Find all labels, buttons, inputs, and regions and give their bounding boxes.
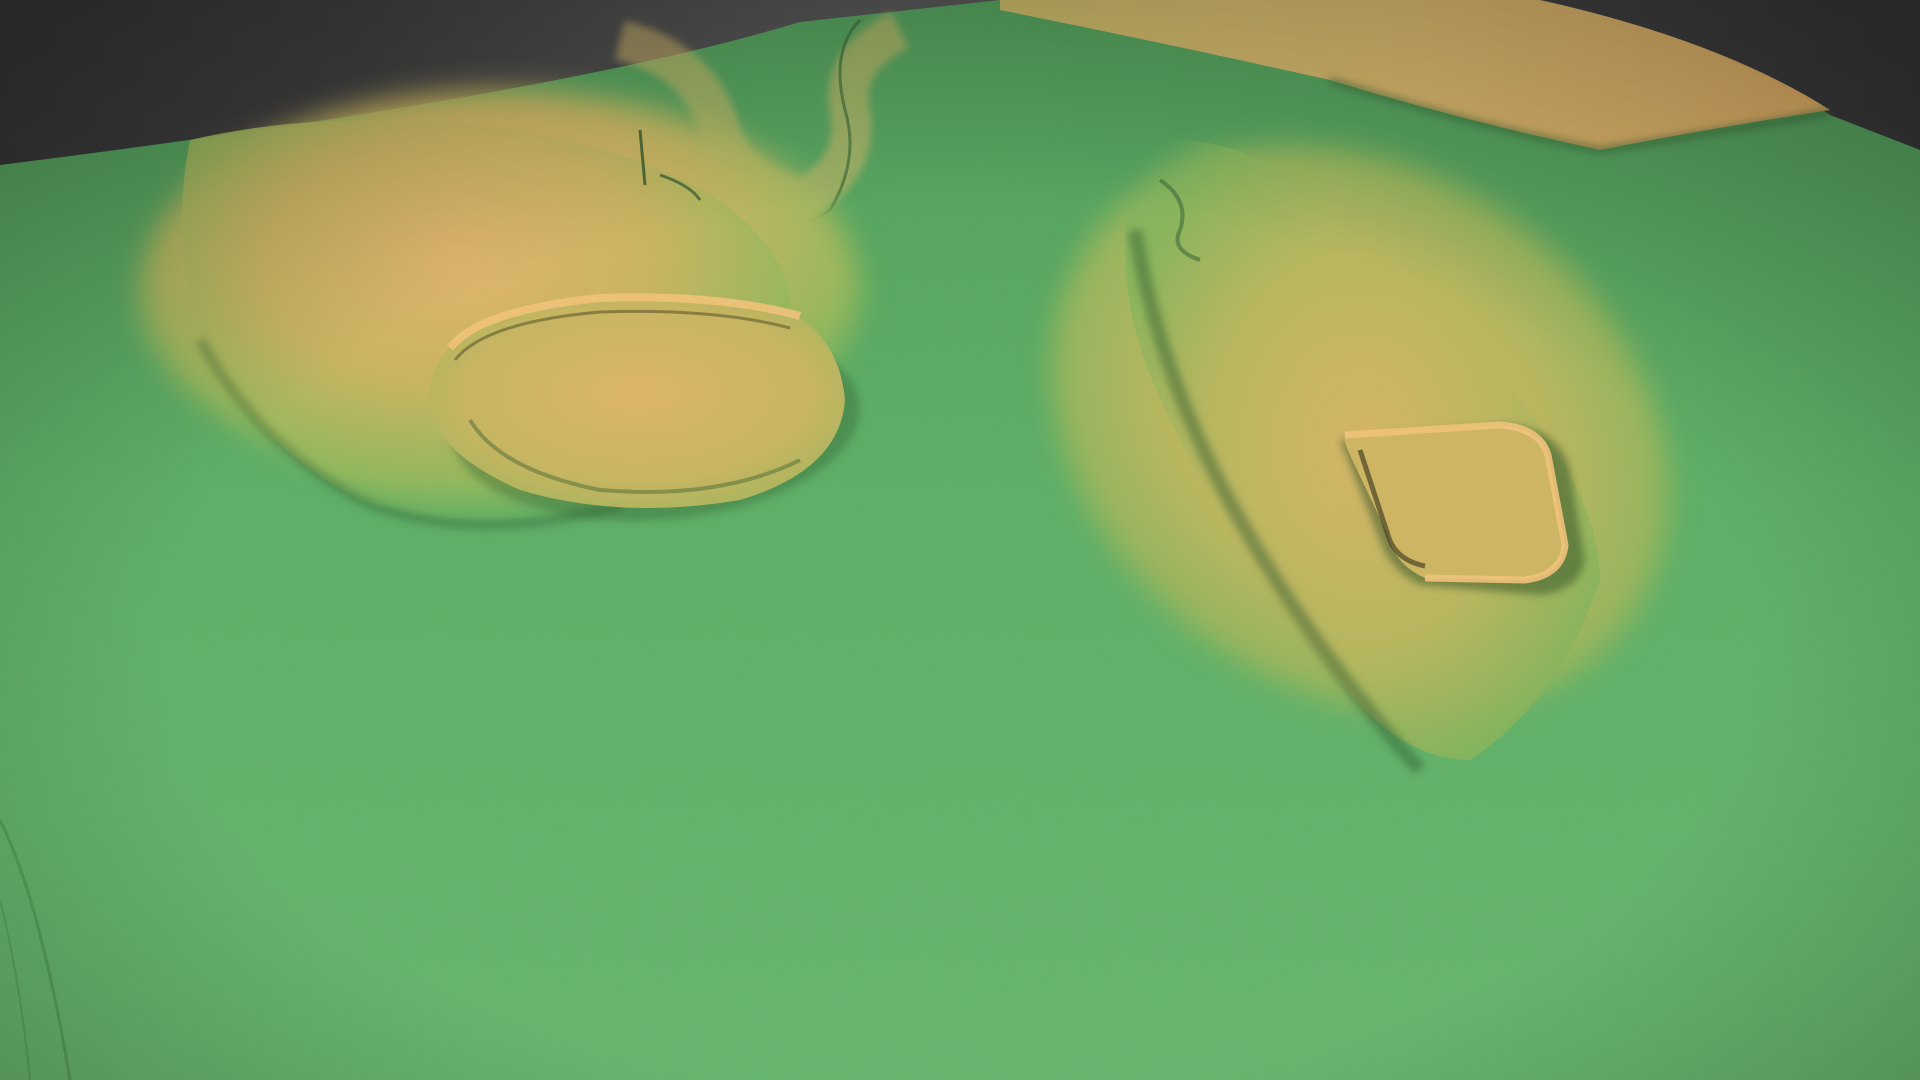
3d-viewport[interactable] — [0, 0, 1920, 1080]
vignette — [0, 0, 1920, 1080]
terrain-render[interactable] — [0, 0, 1920, 1080]
